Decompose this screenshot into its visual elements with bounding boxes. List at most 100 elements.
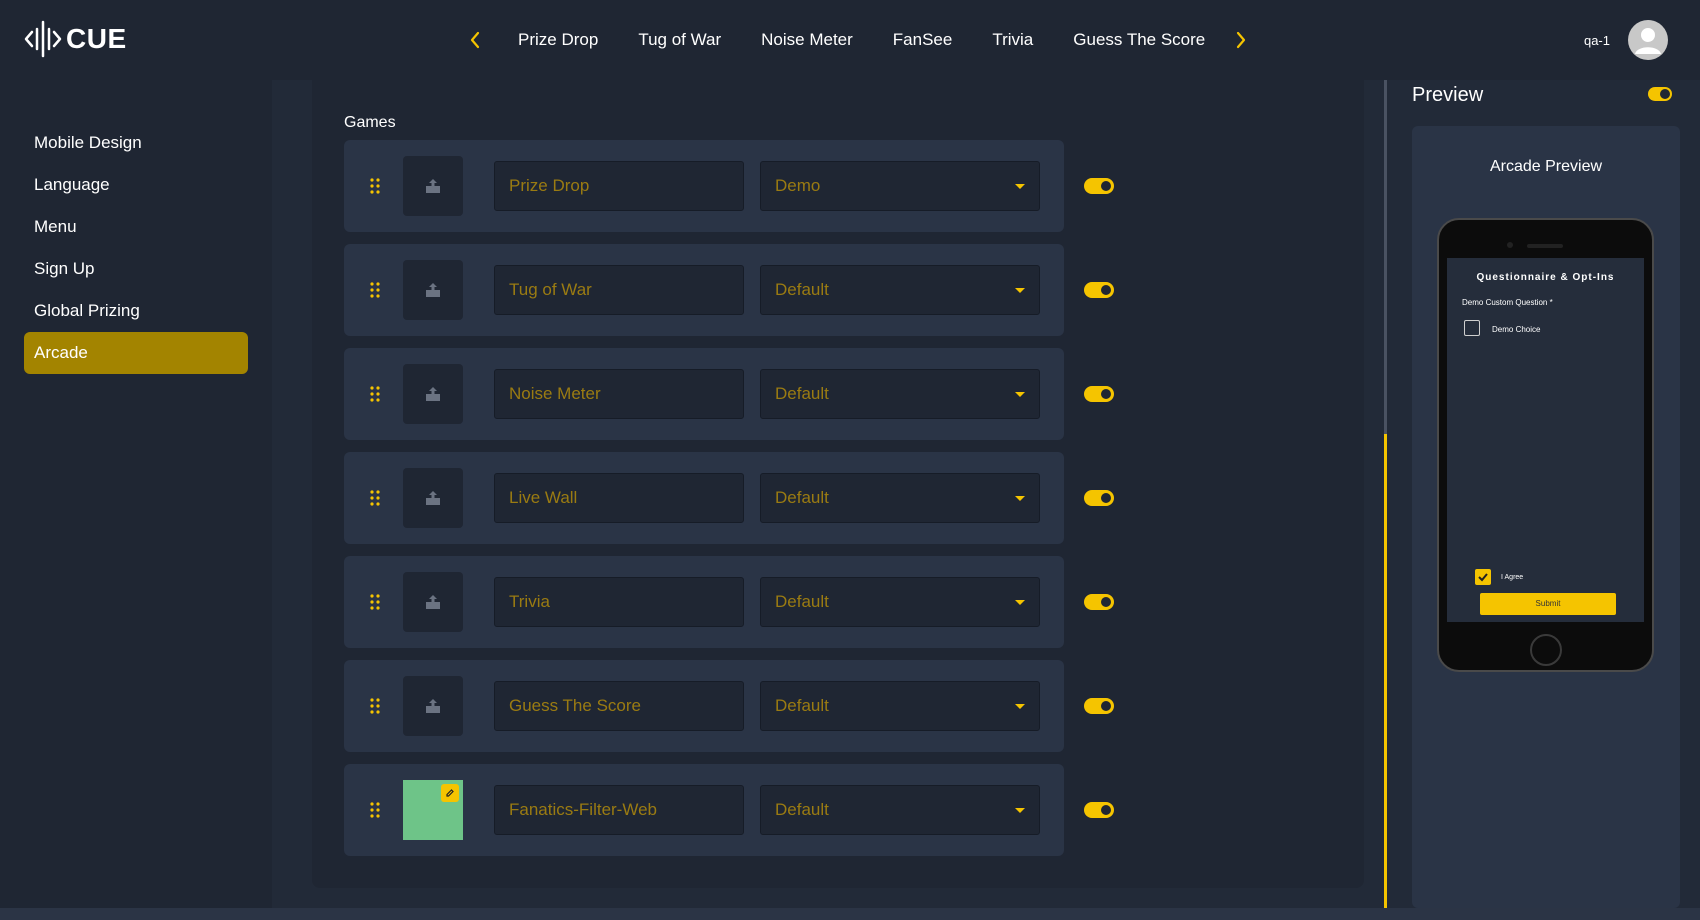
caret-down-icon (1015, 704, 1025, 709)
toggle-knob (1101, 597, 1111, 607)
upload-icon (426, 283, 440, 297)
image-upload-button[interactable] (403, 260, 463, 320)
drag-handle-icon[interactable] (370, 282, 380, 298)
game-type-select[interactable]: Demo (760, 161, 1040, 211)
game-row: Live Wall Default (344, 452, 1114, 544)
upload-icon (426, 491, 440, 505)
game-type-select[interactable]: Default (760, 265, 1040, 315)
image-upload-button[interactable] (403, 572, 463, 632)
image-upload-button[interactable] (403, 364, 463, 424)
camera-icon (1507, 242, 1513, 248)
demo-choice-label: Demo Choice (1492, 325, 1541, 334)
toggle-knob (1660, 89, 1670, 99)
game-type-value: Default (775, 280, 829, 299)
sidebar-item-menu[interactable]: Menu (24, 206, 248, 248)
game-type-value: Demo (775, 176, 821, 195)
speaker-icon (1527, 244, 1563, 248)
game-enabled-toggle[interactable] (1084, 698, 1114, 714)
game-name-input[interactable]: Tug of War (494, 265, 744, 315)
sidebar-item-global-prizing[interactable]: Global Prizing (24, 290, 248, 332)
game-type-select[interactable]: Default (760, 785, 1040, 835)
caret-down-icon (1015, 288, 1025, 293)
demo-choice-checkbox[interactable] (1464, 320, 1480, 336)
game-type-value: Default (775, 800, 829, 819)
game-type-select[interactable]: Default (760, 681, 1040, 731)
image-upload-button[interactable] (403, 468, 463, 528)
game-name-input[interactable]: Prize Drop (494, 161, 744, 211)
user-menu[interactable]: qa-1 (1584, 20, 1668, 60)
caret-down-icon (1015, 808, 1025, 813)
tab-trivia[interactable]: Trivia (992, 30, 1033, 50)
image-upload-button[interactable] (403, 676, 463, 736)
sidebar-item-language[interactable]: Language (24, 164, 248, 206)
toggle-knob (1101, 493, 1111, 503)
toggle-knob (1101, 701, 1111, 711)
arcade-preview-label: Arcade Preview (1489, 158, 1603, 175)
drag-handle-icon[interactable] (370, 386, 380, 402)
preview-panel: Arcade Preview Questionnaire & Opt-Ins D… (1412, 126, 1680, 908)
drag-handle-icon[interactable] (370, 802, 380, 818)
game-image[interactable] (403, 780, 463, 840)
game-enabled-toggle[interactable] (1084, 594, 1114, 610)
edit-image-button[interactable] (441, 784, 459, 802)
tab-prize-drop[interactable]: Prize Drop (518, 30, 598, 50)
user-icon (1635, 28, 1661, 54)
game-enabled-toggle[interactable] (1084, 490, 1114, 506)
sidebar-item-mobile-design[interactable]: Mobile Design (24, 122, 248, 164)
image-upload-button[interactable] (403, 156, 463, 216)
game-name-input[interactable]: Trivia (494, 577, 744, 627)
game-enabled-toggle[interactable] (1084, 802, 1114, 818)
game-enabled-toggle[interactable] (1084, 386, 1114, 402)
phone-screen: Questionnaire & Opt-Ins Demo Custom Ques… (1447, 258, 1644, 622)
questionnaire-heading: Questionnaire & Opt-Ins (1476, 272, 1615, 283)
avatar[interactable] (1628, 20, 1668, 60)
game-row: Fanatics-Filter-Web Default (344, 764, 1114, 856)
tab-fansee[interactable]: FanSee (893, 30, 953, 50)
tab-guess-the-score[interactable]: Guess The Score (1073, 30, 1205, 50)
game-type-value: Default (775, 592, 829, 611)
submit-button[interactable]: Submit (1480, 593, 1616, 615)
logo-text: CUE (66, 23, 127, 54)
game-row: Tug of War Default (344, 244, 1114, 336)
custom-question-label: Demo Custom Question * (1462, 298, 1553, 307)
cue-logo[interactable]: CUE (24, 20, 127, 58)
games-section-title: Games (344, 114, 396, 131)
tab-noise-meter[interactable]: Noise Meter (761, 30, 853, 50)
sidebar-item-arcade[interactable]: Arcade (24, 332, 248, 374)
drag-handle-icon[interactable] (370, 178, 380, 194)
nav-prev-button[interactable] (460, 25, 490, 55)
nav-next-button[interactable] (1226, 25, 1256, 55)
game-type-select[interactable]: Default (760, 369, 1040, 419)
drag-handle-icon[interactable] (370, 698, 380, 714)
caret-down-icon (1015, 600, 1025, 605)
game-enabled-toggle[interactable] (1084, 178, 1114, 194)
game-row: Guess The Score Default (344, 660, 1114, 752)
drag-handle-icon[interactable] (370, 490, 380, 506)
scrollbar-thumb[interactable] (1384, 434, 1387, 908)
game-type-select[interactable]: Default (760, 473, 1040, 523)
game-row: Trivia Default (344, 556, 1114, 648)
game-type-value: Default (775, 696, 829, 715)
game-name-input[interactable]: Noise Meter (494, 369, 744, 419)
game-name-input[interactable]: Fanatics-Filter-Web (494, 785, 744, 835)
agree-label: I Agree (1501, 574, 1524, 581)
settings-sidebar: Mobile Design Language Menu Sign Up Glob… (0, 80, 272, 908)
game-name-input[interactable]: Live Wall (494, 473, 744, 523)
top-header: CUE Prize Drop Tug of War Noise Meter Fa… (0, 0, 1700, 80)
preview-title: Preview (1412, 84, 1484, 106)
agree-checkbox[interactable] (1475, 569, 1491, 585)
tab-tug-of-war[interactable]: Tug of War (638, 30, 721, 50)
caret-down-icon (1015, 184, 1025, 189)
chevron-left-icon (470, 31, 480, 49)
game-type-select[interactable]: Default (760, 577, 1040, 627)
upload-icon (426, 699, 440, 713)
sidebar-item-sign-up[interactable]: Sign Up (24, 248, 248, 290)
caret-down-icon (1015, 392, 1025, 397)
game-tabs-nav: Prize Drop Tug of War Noise Meter FanSee… (460, 20, 1256, 60)
drag-handle-icon[interactable] (370, 594, 380, 610)
game-name-input[interactable]: Guess The Score (494, 681, 744, 731)
game-enabled-toggle[interactable] (1084, 282, 1114, 298)
preview-toggle[interactable] (1648, 87, 1672, 101)
toggle-knob (1101, 389, 1111, 399)
game-row: Noise Meter Default (344, 348, 1114, 440)
